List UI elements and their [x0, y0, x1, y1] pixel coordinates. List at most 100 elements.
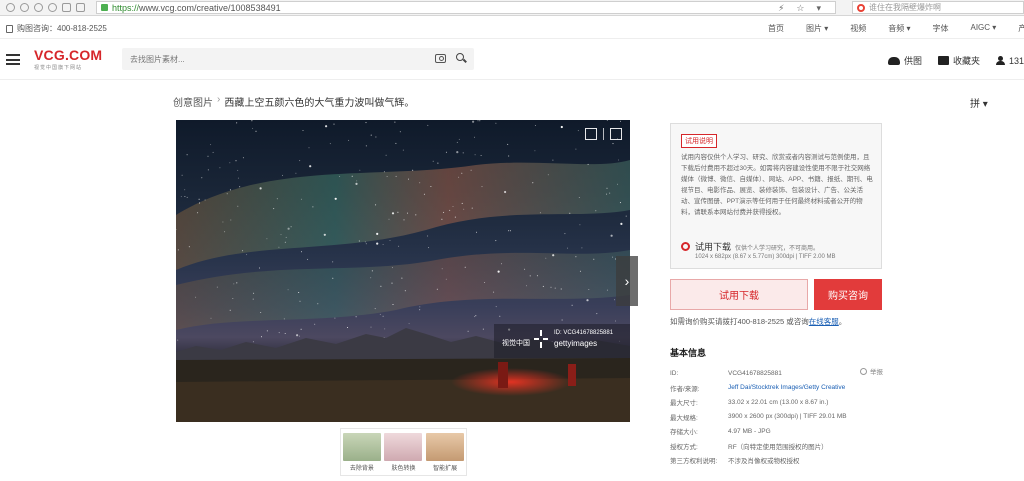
top-link-aigc[interactable]: AIGC ▾ — [971, 23, 997, 34]
star-dot — [456, 141, 458, 143]
star-dot — [246, 254, 248, 256]
star-dot — [474, 154, 476, 156]
star-dot — [577, 130, 579, 132]
back-icon[interactable] — [6, 3, 15, 12]
top-link-audio[interactable]: 音频 ▾ — [888, 23, 910, 34]
info-row: ID: VCG41678825881 — [670, 366, 890, 381]
star-dot — [474, 136, 475, 138]
star-dot — [484, 282, 486, 283]
star-icon[interactable]: ☆ — [796, 3, 804, 14]
crop-icon[interactable] — [585, 128, 597, 140]
star-dot — [260, 312, 262, 313]
author-link[interactable]: Jeff Dai/Stocktrek Images/Getty Creative — [728, 384, 845, 391]
star-dot — [382, 315, 384, 317]
favorites-button[interactable]: 收藏夹 — [938, 54, 980, 67]
thumb-skin-convert[interactable]: 肤色转换 — [384, 433, 423, 475]
top-link-home[interactable]: 首页 — [768, 23, 784, 34]
star-dot — [495, 306, 497, 308]
info-key: 最大规格: — [670, 414, 698, 422]
info-key: ID: — [670, 369, 679, 377]
user-account-button[interactable]: 1311 — [996, 56, 1024, 66]
breadcrumb-root[interactable]: 创意图片 — [173, 94, 213, 109]
add-to-collection-icon[interactable] — [610, 128, 622, 140]
star-dot — [370, 277, 372, 279]
star-dot — [216, 286, 218, 288]
top-link-fonts[interactable]: 字体 — [933, 23, 949, 34]
star-dot — [251, 120, 253, 122]
next-image-button[interactable]: › — [616, 256, 638, 306]
star-dot — [620, 222, 623, 225]
star-dot — [419, 306, 421, 308]
star-dot — [476, 231, 477, 233]
thumb-image — [426, 433, 465, 461]
info-key: 授权方式: — [670, 443, 698, 451]
main-photo[interactable]: 视觉中国 ID: VCG41678825881 gettyimages — [176, 120, 630, 422]
star-dot — [471, 207, 473, 209]
star-dot — [401, 277, 403, 279]
star-dot — [259, 187, 262, 190]
star-dot — [507, 143, 509, 145]
trial-option-title: 试用下载 仅供个人学习研究，不可商用。 — [695, 240, 819, 253]
star-dot — [615, 320, 616, 322]
search-input[interactable] — [130, 52, 420, 66]
radio-selected[interactable] — [681, 242, 690, 251]
star-dot — [236, 122, 238, 124]
lightning-icon[interactable]: ⚡ — [778, 3, 784, 14]
buy-consult-button[interactable]: 购买咨询 — [814, 279, 882, 310]
star-dot — [620, 120, 621, 122]
dropdown-icon[interactable]: ▾ — [816, 3, 821, 14]
forward-icon[interactable] — [20, 3, 29, 12]
url-text: www.vcg.com/creative/1008538491 — [139, 2, 281, 13]
star-dot — [334, 317, 336, 319]
star-dot — [283, 318, 285, 320]
star-dot — [290, 226, 292, 228]
star-dot — [567, 247, 568, 249]
star-dot — [385, 154, 387, 156]
star-dot — [252, 298, 254, 300]
star-dot — [445, 151, 447, 153]
watermark-getty: gettyimages — [554, 339, 598, 348]
bookmark-icon[interactable] — [76, 3, 85, 12]
star-dot — [359, 169, 361, 171]
star-dot — [419, 182, 421, 184]
star-dot — [394, 121, 396, 123]
star-dot — [276, 198, 278, 200]
refresh-icon[interactable] — [48, 3, 57, 12]
star-dot — [625, 215, 627, 217]
top-link-images[interactable]: 图片 ▾ — [806, 23, 828, 34]
thumb-remove-background[interactable]: 去除背景 — [342, 433, 381, 475]
star-dot — [188, 246, 190, 248]
home-icon[interactable] — [34, 3, 43, 12]
star-dot — [430, 186, 432, 187]
search-icon[interactable] — [456, 53, 464, 61]
star-dot — [252, 341, 254, 343]
lock-icon — [101, 4, 108, 11]
trial-download-button[interactable]: 试用下载 — [670, 279, 808, 310]
trial-option-note: 仅供个人学习研究，不可商用。 — [735, 246, 820, 252]
browser-search-box[interactable]: 谁住在我隔壁爆炸啊 — [852, 1, 1024, 14]
menu-icon[interactable] — [6, 54, 20, 65]
camera-icon[interactable] — [435, 54, 446, 63]
top-link-more[interactable]: 产 — [1018, 23, 1024, 34]
top-link-video[interactable]: 视频 — [850, 23, 866, 34]
star-dot — [461, 172, 463, 174]
star-dot — [412, 169, 414, 171]
site-logo[interactable]: VCG.COM 视觉中国旗下网站 — [34, 47, 102, 71]
star-dot — [532, 182, 534, 184]
supply-button[interactable]: 供图 — [888, 54, 922, 67]
layout-toggle[interactable]: 拼 ▾ — [970, 95, 988, 110]
phone-label: 购图咨询：400-818-2525 — [17, 24, 107, 33]
star-dot — [333, 123, 335, 125]
star-dot — [456, 151, 459, 154]
star-dot — [606, 289, 608, 291]
star-dot — [332, 261, 334, 263]
star-dot — [184, 196, 186, 197]
thumb-smart-expand[interactable]: 智能扩展 — [426, 433, 465, 475]
star-dot — [398, 245, 400, 247]
shield-icon[interactable] — [62, 3, 71, 12]
star-dot — [180, 196, 182, 198]
info-row: 作者/来源: Jeff Dai/Stocktrek Images/Getty Cr… — [670, 381, 890, 396]
online-service-link[interactable]: 在线客服 — [809, 317, 839, 326]
address-bar[interactable]: https:// www.vcg.com/creative/1008538491… — [96, 1, 836, 14]
star-dot — [524, 268, 526, 270]
